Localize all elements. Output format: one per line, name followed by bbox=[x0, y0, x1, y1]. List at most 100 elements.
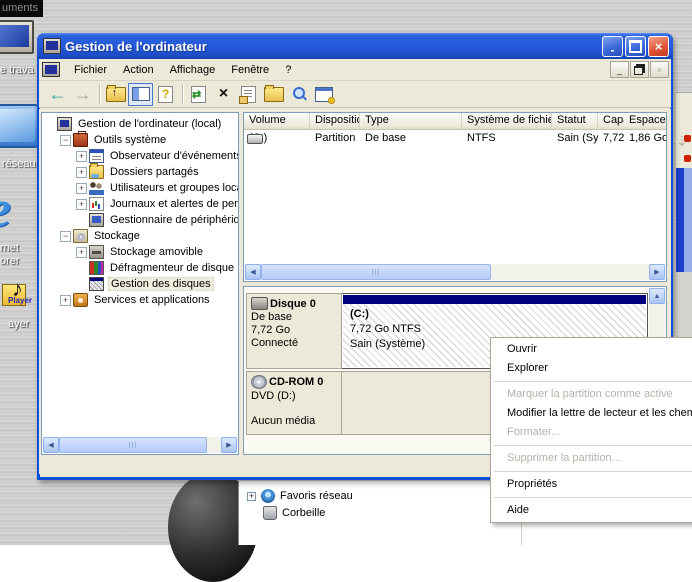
scroll-thumb[interactable] bbox=[261, 264, 491, 280]
scroll-left-icon[interactable]: ◀ bbox=[43, 437, 59, 453]
tree-item-stockage[interactable]: Stockage bbox=[58, 228, 238, 244]
disk0-info-box[interactable]: Disque 0 De base 7,72 Go Connecté bbox=[246, 293, 342, 369]
desktop-wallpaper: uments e trava réseau e rnet orer ♪ Play… bbox=[0, 0, 692, 545]
scroll-up-icon[interactable]: ▲ bbox=[649, 288, 665, 304]
close-button[interactable]: × bbox=[648, 36, 669, 57]
ctx-formater[interactable]: Formater... bbox=[491, 423, 692, 442]
tree-horizontal-scrollbar[interactable]: ◀ ▶ bbox=[43, 437, 237, 453]
network-places-icon[interactable] bbox=[0, 104, 40, 148]
console-tree-pane: Gestion de l'ordinateur (local) Outils s… bbox=[41, 112, 239, 455]
tree-item-favoris-reseau[interactable]: + Favoris réseau bbox=[247, 488, 353, 504]
tree-item-stockage-amovible[interactable]: Stockage amovible bbox=[74, 244, 238, 260]
ctx-modifier-lettre[interactable]: Modifier la lettre de lecteur et les che… bbox=[491, 404, 692, 423]
scroll-left-icon[interactable]: ◀ bbox=[245, 264, 261, 280]
services-icon bbox=[73, 293, 88, 307]
column-header[interactable]: Disposition bbox=[310, 113, 360, 130]
expand-icon[interactable]: + bbox=[247, 492, 256, 501]
expander-icon[interactable] bbox=[60, 295, 71, 306]
column-header[interactable]: Type bbox=[360, 113, 462, 130]
window-icon bbox=[43, 38, 61, 54]
toolbox-icon bbox=[73, 133, 88, 147]
expander-icon[interactable] bbox=[76, 247, 87, 258]
tree-item-corbeille[interactable]: Corbeille bbox=[263, 505, 325, 521]
menu-affichage[interactable]: Affichage bbox=[162, 61, 224, 79]
scroll-thumb[interactable] bbox=[59, 437, 207, 453]
expander-icon[interactable] bbox=[76, 183, 87, 194]
show-console-tree-button[interactable] bbox=[128, 83, 153, 106]
storage-icon bbox=[73, 229, 88, 243]
tree-item-gestionnaire-periph[interactable]: Gestionnaire de périphériques bbox=[74, 212, 238, 228]
scroll-right-icon[interactable]: ▶ bbox=[221, 437, 237, 453]
partition-context-menu: Ouvrir Explorer Marquer la partition com… bbox=[490, 337, 692, 523]
back-icon: ← bbox=[49, 85, 67, 103]
mdi-minimize-button[interactable]: _ bbox=[610, 61, 629, 78]
network-icon bbox=[261, 489, 275, 503]
refresh-button[interactable] bbox=[186, 83, 211, 106]
volume-row-c[interactable]: (C:)PartitionDe baseNTFSSain (Système)7,… bbox=[244, 130, 666, 146]
volume-horizontal-scrollbar[interactable]: ◀ ▶ bbox=[245, 264, 665, 280]
expander-icon[interactable] bbox=[76, 215, 87, 226]
internet-explorer-icon[interactable]: e bbox=[0, 184, 11, 236]
title-bar[interactable]: Gestion de l'ordinateur - × bbox=[37, 33, 673, 59]
menu-aide[interactable]: ? bbox=[277, 61, 299, 79]
back-button[interactable]: ← bbox=[45, 83, 70, 106]
ctx-explorer[interactable]: Explorer bbox=[491, 359, 692, 378]
minimize-button[interactable]: - bbox=[602, 36, 623, 57]
expander-icon[interactable] bbox=[60, 231, 71, 242]
my-computer-label[interactable]: e trava bbox=[0, 64, 34, 76]
column-header[interactable]: Statut bbox=[552, 113, 598, 130]
maximize-button[interactable] bbox=[625, 36, 646, 57]
expander-icon[interactable] bbox=[76, 279, 87, 290]
tree-item-utilisateurs[interactable]: Utilisateurs et groupes locaux bbox=[74, 180, 238, 196]
internet-explorer-label-1[interactable]: rnet bbox=[0, 242, 19, 254]
tree-item-gestion-des-disques[interactable]: Gestion des disques bbox=[74, 276, 238, 292]
help-button[interactable] bbox=[153, 83, 178, 106]
tree-item-journaux[interactable]: Journaux et alertes de performance bbox=[74, 196, 238, 212]
delete-button[interactable]: × bbox=[211, 83, 236, 106]
tree-item-racine[interactable]: Gestion de l'ordinateur (local) bbox=[42, 116, 238, 132]
forward-button[interactable]: → bbox=[70, 83, 95, 106]
ctx-ouvrir[interactable]: Ouvrir bbox=[491, 340, 692, 359]
tree-item-services[interactable]: Services et applications bbox=[58, 292, 238, 308]
menu-fichier[interactable]: Fichier bbox=[66, 61, 115, 79]
ctx-aide[interactable]: Aide bbox=[491, 501, 692, 520]
customize-view-button[interactable] bbox=[311, 83, 336, 106]
properties-button[interactable] bbox=[236, 83, 261, 106]
cdrom-info-box[interactable]: CD-ROM 0 DVD (D:) Aucun média bbox=[246, 371, 342, 435]
tree-item-defragmenteur[interactable]: Défragmenteur de disque bbox=[74, 260, 238, 276]
expander-icon[interactable] bbox=[44, 119, 55, 130]
volume-list-header: VolumeDispositionTypeSystème de fichiers… bbox=[244, 113, 666, 130]
tree-item-dossiers-partages[interactable]: Dossiers partagés bbox=[74, 164, 238, 180]
expander-icon[interactable] bbox=[76, 199, 87, 210]
my-computer-icon[interactable] bbox=[0, 20, 34, 54]
ctx-proprietes[interactable]: Propriétés bbox=[491, 475, 692, 494]
tree-item-outils-systeme[interactable]: Outils système bbox=[58, 132, 238, 148]
mdi-restore-button[interactable] bbox=[630, 61, 649, 78]
column-header[interactable]: Système de fichiers bbox=[462, 113, 552, 130]
ctx-supprimer[interactable]: Supprimer la partition... bbox=[491, 449, 692, 468]
menu-fenetre[interactable]: Fenêtre bbox=[223, 61, 277, 79]
menu-action[interactable]: Action bbox=[115, 61, 162, 79]
mdi-window-icon[interactable] bbox=[42, 62, 60, 77]
media-player-icon[interactable]: ♪ Player bbox=[2, 280, 32, 312]
desktop-icon-label-documents[interactable]: uments bbox=[0, 0, 43, 17]
expander-icon[interactable] bbox=[60, 135, 71, 146]
column-header[interactable]: Capacité bbox=[598, 113, 624, 130]
toolbar: ← → × bbox=[39, 81, 671, 108]
up-one-level-button[interactable] bbox=[103, 83, 128, 106]
mdi-close-button[interactable]: × bbox=[650, 61, 669, 78]
ctx-marquer-active[interactable]: Marquer la partition comme active bbox=[491, 385, 692, 404]
diskmgmt-icon bbox=[89, 277, 104, 291]
expander-icon[interactable] bbox=[76, 151, 87, 162]
media-player-label[interactable]: ayer bbox=[8, 318, 29, 330]
open-folder-button[interactable] bbox=[261, 83, 286, 106]
tree-item-observateur[interactable]: Observateur d'événements bbox=[74, 148, 238, 164]
expander-icon[interactable] bbox=[76, 263, 87, 274]
column-header[interactable]: Volume bbox=[244, 113, 310, 130]
expander-icon[interactable] bbox=[76, 167, 87, 178]
network-places-label[interactable]: réseau bbox=[2, 158, 36, 170]
column-header[interactable]: Espace libre bbox=[624, 113, 667, 130]
search-button[interactable] bbox=[286, 83, 311, 106]
internet-explorer-label-2[interactable]: orer bbox=[0, 255, 20, 267]
scroll-right-icon[interactable]: ▶ bbox=[649, 264, 665, 280]
